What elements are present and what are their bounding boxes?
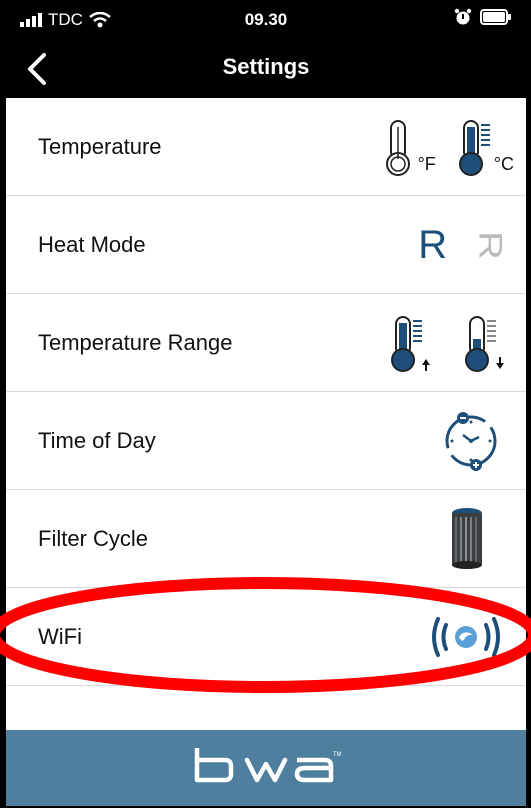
svg-text:TM: TM bbox=[333, 752, 341, 758]
battery-icon bbox=[480, 9, 511, 25]
settings-item-label: Temperature Range bbox=[38, 330, 233, 355]
temperature-unit-options: °F °C bbox=[382, 98, 514, 196]
bwa-logo-mark: TM bbox=[194, 748, 342, 783]
settings-item-temperature[interactable]: Temperature °F °C bbox=[6, 98, 526, 196]
settings-item-label: Temperature bbox=[38, 134, 162, 159]
celsius-unit-label: °C bbox=[493, 154, 514, 174]
heat-mode-rest-icon[interactable]: R bbox=[472, 231, 507, 260]
settings-item-filter-cycle[interactable]: Filter Cycle bbox=[6, 490, 526, 588]
status-time: 09.30 bbox=[244, 10, 288, 29]
thermometer-celsius-icon bbox=[458, 120, 490, 176]
thermometer-fahrenheit-icon bbox=[385, 120, 410, 176]
settings-item-label: Heat Mode bbox=[38, 232, 146, 257]
phone-screen: TDC 09.30 Settings Temperature °F °C Hea… bbox=[6, 0, 526, 808]
heat-mode-ready-icon[interactable]: R bbox=[418, 223, 447, 268]
status-right bbox=[454, 8, 512, 26]
temperature-range-low-icon[interactable] bbox=[464, 313, 508, 373]
settings-item-label: Time of Day bbox=[38, 428, 156, 453]
settings-item-time-of-day[interactable]: Time of Day bbox=[6, 392, 526, 490]
bwa-logo: TM bbox=[6, 744, 526, 791]
settings-item-label: WiFi bbox=[38, 624, 82, 649]
settings-item-temperature-range[interactable]: Temperature Range bbox=[6, 294, 526, 392]
settings-list: Temperature °F °C Heat Mode R R Temperat… bbox=[6, 98, 526, 730]
temperature-range-options bbox=[390, 294, 508, 392]
fahrenheit-option[interactable]: °F bbox=[382, 117, 436, 177]
clock-icon[interactable] bbox=[436, 409, 506, 473]
settings-item-wifi[interactable]: WiFi bbox=[6, 588, 526, 686]
alarm-icon bbox=[454, 8, 472, 25]
filter-cartridge-icon[interactable] bbox=[450, 507, 484, 571]
settings-item-label: Filter Cycle bbox=[38, 526, 149, 551]
filter-cycle-options bbox=[450, 490, 484, 588]
status-bar: TDC 09.30 bbox=[6, 0, 526, 40]
page-title: Settings bbox=[222, 54, 310, 79]
fahrenheit-unit-label: °F bbox=[417, 154, 436, 174]
heat-mode-options: R R bbox=[418, 196, 507, 294]
wifi-options bbox=[428, 588, 504, 686]
temperature-range-high-icon[interactable] bbox=[390, 313, 434, 373]
celsius-option[interactable]: °C bbox=[458, 117, 514, 177]
brand-footer: TM bbox=[6, 730, 526, 806]
time-of-day-options bbox=[436, 392, 506, 490]
navigation-bar: Settings bbox=[6, 40, 526, 98]
wifi-signal-icon[interactable] bbox=[428, 615, 504, 659]
settings-item-heat-mode[interactable]: Heat Mode R R bbox=[6, 196, 526, 294]
